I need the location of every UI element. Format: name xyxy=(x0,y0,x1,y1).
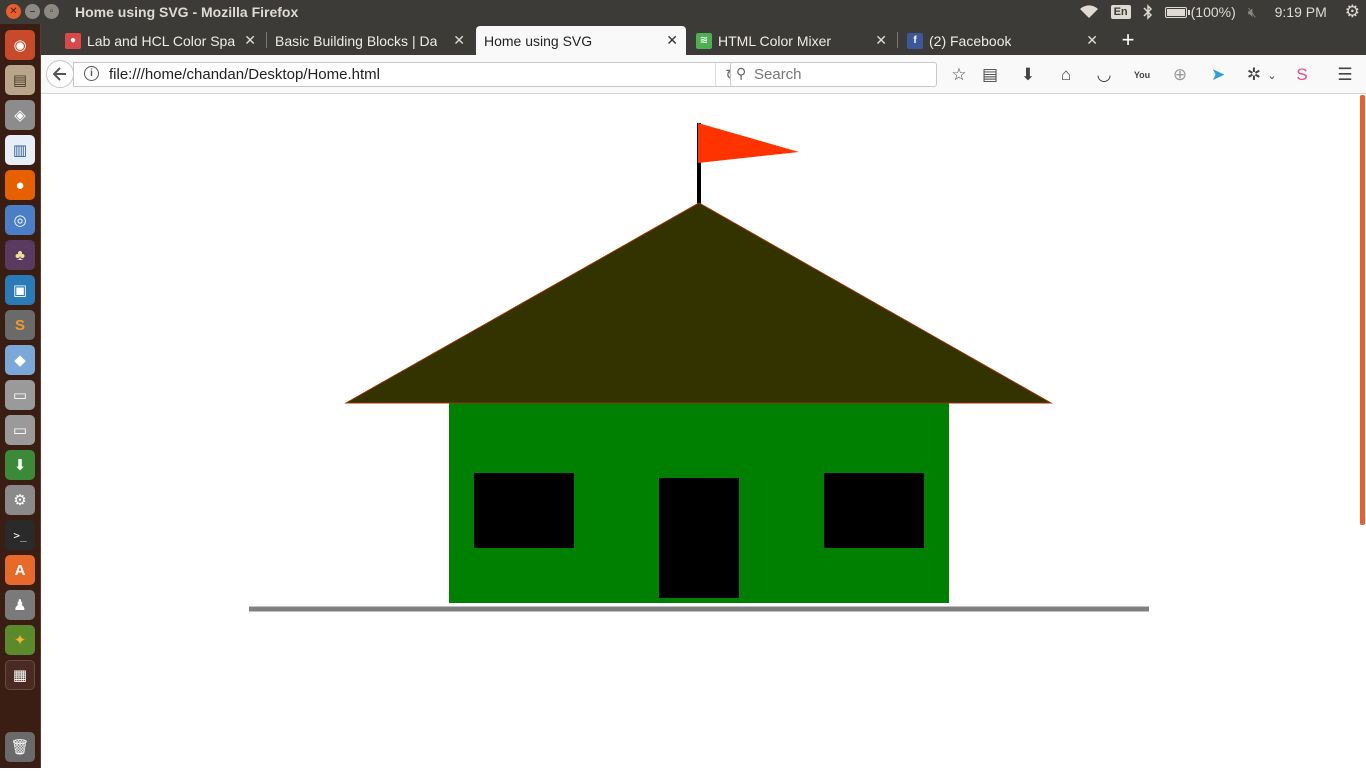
url-text[interactable]: file:///home/chandan/Desktop/Home.html xyxy=(109,66,380,83)
bluetooth-icon[interactable] xyxy=(1137,0,1159,24)
battery-indicator[interactable]: (100%) xyxy=(1159,0,1242,24)
colorful-extension-icon[interactable]: S xyxy=(1289,62,1315,88)
volume-muted-icon[interactable]: 🔇︎ xyxy=(1242,0,1263,24)
extension-dropdown-icon[interactable]: ⌄ xyxy=(1259,62,1285,88)
search-icon: ⚲ xyxy=(736,65,747,81)
close-tab-icon[interactable]: ✕ xyxy=(453,32,465,49)
disk-icon[interactable]: ▭ xyxy=(5,380,35,410)
download-helper-icon[interactable]: ⊕ xyxy=(1167,62,1193,88)
system-settings-icon[interactable]: ⚙ xyxy=(5,485,35,515)
reader-list-icon[interactable]: ▤ xyxy=(977,62,1003,88)
search-placeholder: Search xyxy=(754,66,802,83)
disk-icon-2[interactable]: ▭ xyxy=(5,415,35,445)
indicator-area: En (100%) 🔇︎ 9:19 PM ⚙ xyxy=(1073,0,1366,24)
site-info-icon[interactable]: i xyxy=(84,66,99,81)
keyboard-layout-indicator[interactable]: En xyxy=(1105,0,1137,24)
window-title: Home using SVG - Mozilla Firefox xyxy=(75,4,299,20)
house-door xyxy=(659,478,739,598)
top-panel: ✕ – ▫ Home using SVG - Mozilla Firefox E… xyxy=(0,0,1366,24)
home-icon[interactable]: ⌂ xyxy=(1053,62,1079,88)
download-manager-icon[interactable]: ⬇ xyxy=(5,450,35,480)
youtube-icon[interactable]: You xyxy=(1129,62,1155,88)
close-tab-icon[interactable]: ✕ xyxy=(244,32,256,49)
battery-percent: (100%) xyxy=(1190,4,1236,20)
remote-desktop-icon[interactable]: ♟ xyxy=(5,590,35,620)
libreoffice-writer-icon[interactable]: ▥ xyxy=(5,135,35,165)
firefox-icon[interactable]: ● xyxy=(5,170,35,200)
tab-html-color-mixer[interactable]: ≋ HTML Color Mixer ✕ xyxy=(688,26,895,55)
tab-facebook[interactable]: f (2) Facebook ✕ xyxy=(899,26,1106,55)
hamburger-menu-icon[interactable]: ☰ xyxy=(1332,62,1358,88)
house-svg xyxy=(249,123,1149,612)
clock[interactable]: 9:19 PM xyxy=(1263,0,1339,24)
downloads-icon[interactable]: ⬇ xyxy=(1015,62,1041,88)
chromium-icon[interactable]: ◎ xyxy=(5,205,35,235)
tab-basic-building-blocks[interactable]: Basic Building Blocks | Da ✕ xyxy=(267,26,473,55)
wifi-icon[interactable] xyxy=(1073,0,1105,24)
workspace-switcher-icon[interactable]: ▦ xyxy=(5,660,35,690)
close-tab-icon[interactable]: ✕ xyxy=(666,32,678,49)
close-tab-icon[interactable]: ✕ xyxy=(1086,32,1098,49)
minimize-window-button[interactable]: – xyxy=(25,4,40,19)
back-arrow-icon xyxy=(53,67,66,81)
facebook-favicon-icon: f xyxy=(907,32,923,49)
scrollbar-thumb[interactable] xyxy=(1360,95,1365,525)
search-input[interactable]: ⚲ Search xyxy=(730,62,937,87)
tor-browser-icon[interactable]: ♣ xyxy=(5,240,35,270)
scrollbar-track[interactable] xyxy=(1357,95,1366,768)
telegram-icon[interactable]: ➤ xyxy=(1205,62,1231,88)
house-roof xyxy=(344,202,1053,404)
bookmark-star-icon[interactable]: ☆ xyxy=(946,62,972,88)
files-icon[interactable]: ▤ xyxy=(5,65,35,95)
battery-icon xyxy=(1164,6,1190,18)
synaptic-icon[interactable]: ✦ xyxy=(5,625,35,655)
virtualbox-icon[interactable]: ▣ xyxy=(5,275,35,305)
page-content xyxy=(41,95,1366,768)
trash-icon[interactable]: 🗑︎ xyxy=(5,732,35,762)
system-monitor-icon[interactable]: ◈ xyxy=(5,100,35,130)
tab-home-using-svg[interactable]: Home using SVG ✕ xyxy=(476,26,686,55)
color-mixer-favicon-icon: ≋ xyxy=(696,32,712,49)
tab-lab-hcl[interactable]: ● Lab and HCL Color Spa ✕ xyxy=(57,26,264,55)
flag xyxy=(698,123,799,163)
back-button[interactable] xyxy=(46,60,74,88)
ubuntu-dash-icon[interactable]: ◉ xyxy=(5,30,35,60)
software-center-icon[interactable]: A xyxy=(5,555,35,585)
cube-app-icon[interactable]: ◆ xyxy=(5,345,35,375)
url-bar[interactable]: i file:///home/chandan/Desktop/Home.html… xyxy=(73,62,748,87)
navigation-toolbar: i file:///home/chandan/Desktop/Home.html… xyxy=(41,55,1366,94)
tab-strip: ● Lab and HCL Color Spa ✕ Basic Building… xyxy=(41,24,1366,55)
terminal-icon[interactable]: >_ xyxy=(5,520,35,550)
sublime-text-icon[interactable]: S xyxy=(5,310,35,340)
new-tab-button[interactable]: + xyxy=(1116,26,1140,54)
maximize-window-button[interactable]: ▫ xyxy=(44,4,59,19)
pocket-icon[interactable]: ◡ xyxy=(1091,62,1117,88)
unity-launcher: ◉ ▤ ◈ ▥ ● ◎ ♣ ▣ S ◆ ▭ ▭ ⬇ ⚙ >_ A ♟ ✦ ▦ 🗑… xyxy=(0,24,41,768)
window-buttons: ✕ – ▫ xyxy=(6,4,59,19)
right-window xyxy=(824,473,924,548)
tab-separator xyxy=(897,32,898,48)
colorful-favicon-icon: ● xyxy=(65,32,81,49)
left-window xyxy=(474,473,574,548)
session-gear-icon[interactable]: ⚙ xyxy=(1339,0,1366,24)
close-window-button[interactable]: ✕ xyxy=(6,4,21,19)
close-tab-icon[interactable]: ✕ xyxy=(875,32,887,49)
